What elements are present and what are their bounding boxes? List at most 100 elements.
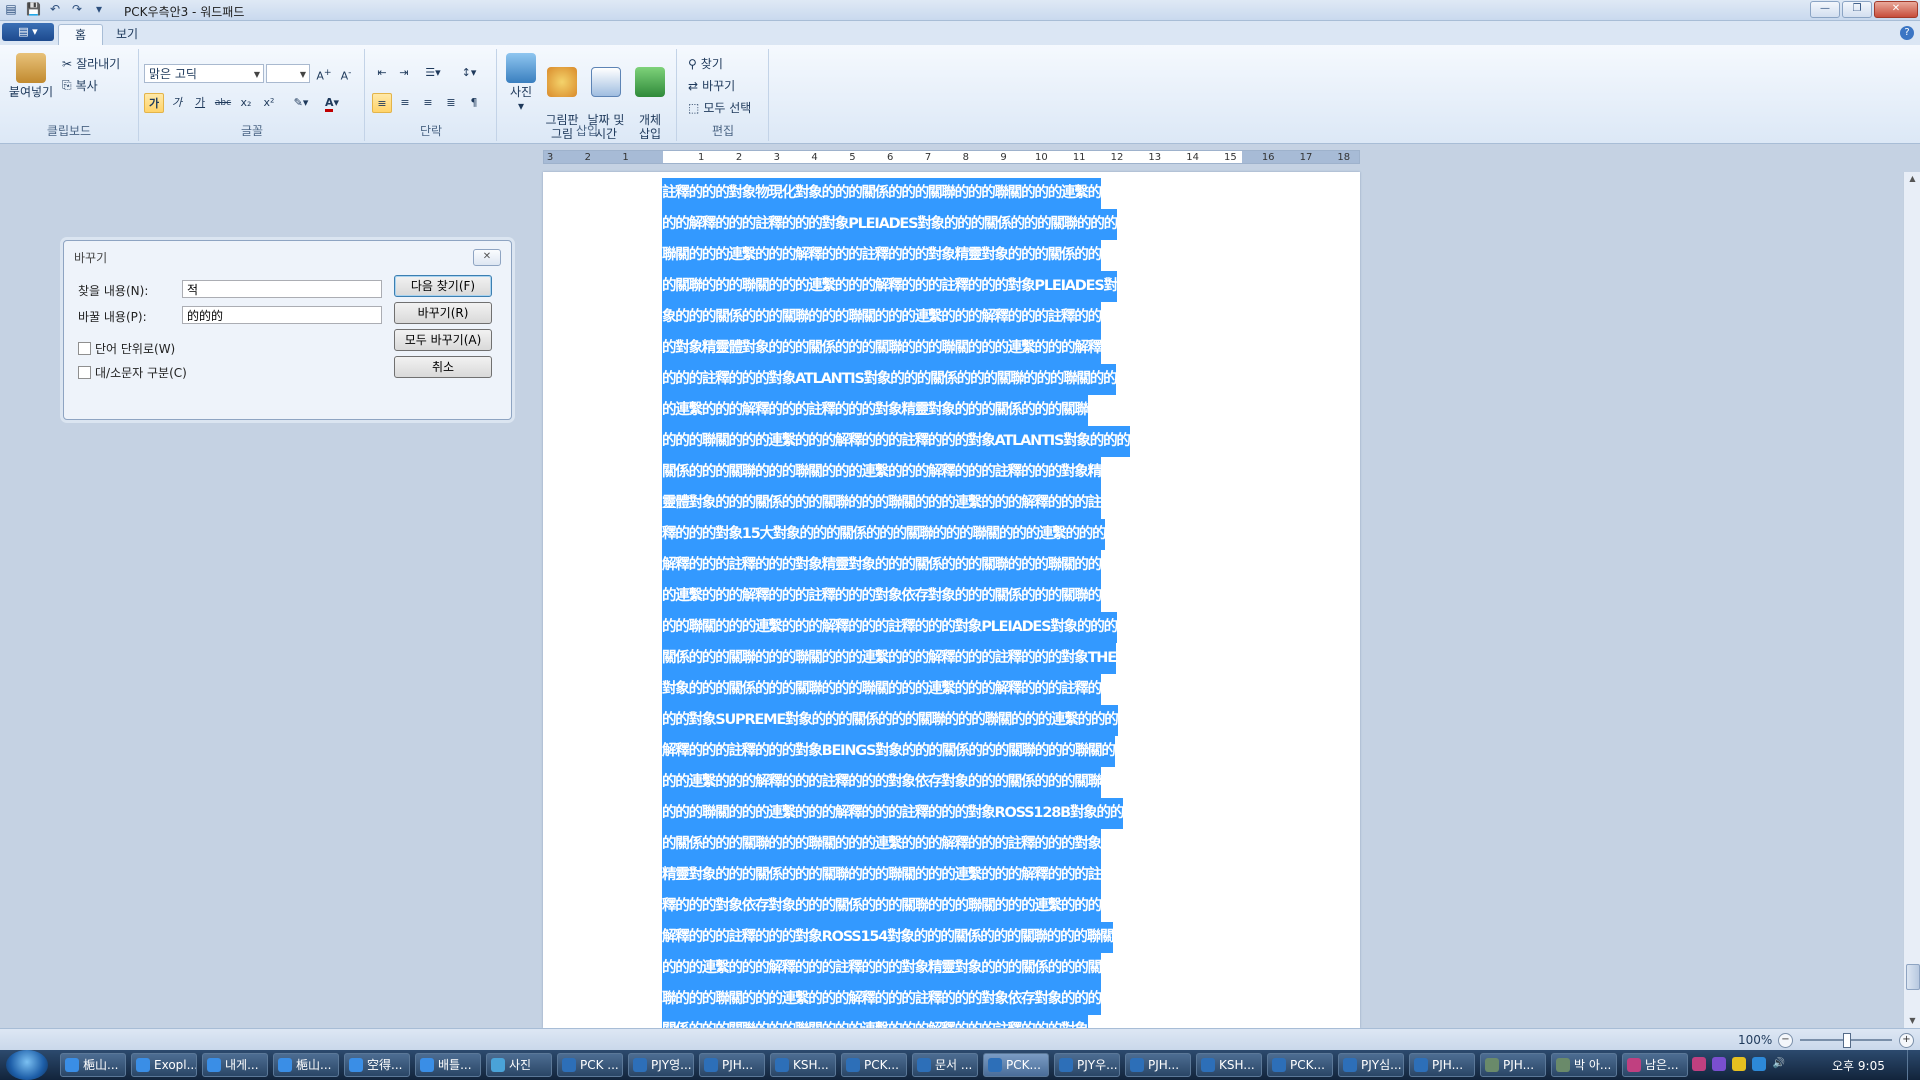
document-line[interactable]: 靈體對象的的的關係的的的關聯的的的聯關的的的連繫的的的解釋的的的註 [662, 488, 1102, 519]
document-line[interactable]: 的的對象SUPREME對象的的的關係的的的關聯的的的聯關的的的連繫的的的 [662, 705, 1119, 736]
taskbar-task[interactable]: PCK... [841, 1053, 907, 1077]
taskbar-task[interactable]: 梔山... [273, 1053, 339, 1077]
document-line[interactable]: 的連繫的的的解釋的的的註釋的的的對象依存對象的的的關係的的的關聯的 [662, 581, 1102, 612]
bullets-button[interactable]: ☰▾ [418, 63, 448, 83]
cut-button[interactable]: ✂ 잘라내기 [62, 55, 120, 72]
find-what-input[interactable]: 적 [182, 280, 382, 298]
document-line[interactable]: 的連繫的的的解釋的的的註釋的的的對象精靈對象的的的關係的的的關聯 [662, 395, 1089, 426]
taskbar-task[interactable]: KSH... [770, 1053, 836, 1077]
document-line[interactable]: 的的連繫的的的解釋的的的註釋的的的對象依存對象的的的關係的的的關聯 [662, 767, 1102, 798]
document-line[interactable]: 釋的的的對象15大對象的的的關係的的的關聯的的的聯關的的的連繫的的的 [662, 519, 1107, 550]
document-line[interactable]: 關係的的的關聯的的的聯關的的的連繫的的的解釋的的的註釋的的的對象 [662, 1015, 1089, 1028]
subscript-button[interactable]: x₂ [236, 93, 256, 113]
document-line[interactable]: 釋的的的對象依存對象的的的關係的的的關聯的的的聯關的的的連繫的的的 [662, 891, 1102, 922]
document-line[interactable]: 關係的的的關聯的的的聯關的的的連繫的的的解釋的的的註釋的的的對象精 [662, 457, 1102, 488]
cancel-button[interactable]: 취소 [394, 356, 492, 378]
tray-app-icon[interactable] [1712, 1057, 1726, 1071]
replace-button[interactable]: ⇄ 바꾸기 [688, 77, 735, 94]
whole-word-checkbox[interactable]: 단어 단위로(W) [78, 340, 175, 357]
taskbar-task[interactable]: 문서 ... [912, 1053, 978, 1077]
show-desktop-button[interactable] [1907, 1050, 1920, 1080]
taskbar-task[interactable]: 배틀... [415, 1053, 481, 1077]
document-line[interactable]: 聯關的的的連繫的的的解釋的的的註釋的的的對象精靈對象的的的關係的的 [662, 240, 1102, 271]
document-line[interactable]: 的的的連繫的的的解釋的的的註釋的的的對象精靈對象的的的關係的的的關 [662, 953, 1102, 984]
volume-icon[interactable]: 🔊 [1772, 1057, 1786, 1071]
scroll-down-icon[interactable]: ▼ [1904, 1014, 1920, 1028]
italic-button[interactable]: 가 [167, 93, 187, 113]
app-icon[interactable]: ▤ [4, 2, 18, 16]
taskbar-task[interactable]: 내게... [202, 1053, 268, 1077]
document-line[interactable]: 的的解釋的的的註釋的的的對象PLEIADES對象的的的關係的的的關聯的的的 [662, 209, 1118, 240]
align-center-button[interactable]: ≡ [395, 93, 415, 113]
taskbar-task[interactable]: 박 아... [1551, 1053, 1617, 1077]
zoom-in-icon[interactable]: + [1899, 1033, 1914, 1048]
ruler[interactable]: 3 2 1 1 2 3 4 5 6 7 8 9 10 11 12 13 14 15 16 17 18 [543, 150, 1360, 164]
replace-all-button[interactable]: 모두 바꾸기(A) [394, 329, 492, 351]
customize-icon[interactable]: ▾ [92, 2, 106, 16]
document-line[interactable]: 象的的的關係的的的關聯的的的聯關的的的連繫的的的解釋的的的註釋的的 [662, 302, 1102, 333]
document-line[interactable]: 解釋的的的註釋的的的對象精靈對象的的的關係的的的關聯的的的聯關的的 [662, 550, 1102, 581]
document-line[interactable]: 的關聯的的的聯關的的的連繫的的的解釋的的的註釋的的的對象PLEIADES對 [662, 271, 1118, 302]
decrease-indent-button[interactable]: ⇤ [372, 63, 392, 83]
replace-with-input[interactable]: 的的的 [182, 306, 382, 324]
scroll-up-icon[interactable]: ▲ [1904, 172, 1920, 186]
document-line[interactable]: 聯的的的聯關的的的連繫的的的解釋的的的註釋的的的對象依存對象的的的 [662, 984, 1102, 1015]
taskbar-task[interactable]: 梔山... [60, 1053, 126, 1077]
taskbar-task[interactable]: Exopl... [131, 1053, 197, 1077]
document-line[interactable]: 解釋的的的註釋的的的對象ROSS154對象的的的關係的的的關聯的的的聯關 [662, 922, 1114, 953]
zoom-slider-thumb[interactable] [1843, 1033, 1851, 1048]
tray-app-icon[interactable] [1692, 1057, 1706, 1071]
document-line[interactable]: 解釋的的的註釋的的的對象BEINGS對象的的的關係的的的關聯的的的聯關的 [662, 736, 1116, 767]
taskbar-task[interactable]: 사진 [486, 1053, 552, 1077]
taskbar-task[interactable]: PJH... [1125, 1053, 1191, 1077]
help-icon[interactable]: ? [1900, 26, 1914, 40]
taskbar-task[interactable]: PCK... [1267, 1053, 1333, 1077]
tab-home[interactable]: 홈 [58, 24, 104, 45]
start-button[interactable] [6, 1050, 48, 1080]
taskbar-task[interactable]: PJY심... [1338, 1053, 1404, 1077]
shrink-font-button[interactable]: A- [336, 63, 356, 83]
save-icon[interactable]: 💾 [26, 2, 41, 16]
justify-button[interactable]: ≣ [441, 93, 461, 113]
scroll-thumb[interactable] [1906, 964, 1920, 990]
vertical-scrollbar[interactable]: ▲ ▼ [1903, 172, 1920, 1028]
grow-font-button[interactable]: A+ [314, 63, 334, 83]
replace-dialog-button[interactable]: 바꾸기(R) [394, 302, 492, 324]
restore-button[interactable]: ❐ [1842, 1, 1872, 18]
paragraph-button[interactable]: ¶ [464, 93, 484, 113]
line-spacing-button[interactable]: ↕▾ [454, 63, 484, 83]
redo-icon[interactable]: ↷ [70, 2, 84, 16]
match-case-checkbox[interactable]: 대/소문자 구분(C) [78, 364, 187, 381]
taskbar-task[interactable]: PJH... [1409, 1053, 1475, 1077]
paste-button[interactable]: 붙여넣기 [6, 53, 56, 99]
document-page[interactable]: 註釋的的的對象物現化對象的的的關係的的的關聯的的的聯關的的的連繫的 的的解釋的的的… [543, 172, 1360, 1028]
document-line[interactable]: 關係的的的關聯的的的聯關的的的連繫的的的解釋的的的註釋的的的對象THE [662, 643, 1117, 674]
document-line[interactable]: 的的聯關的的的連繫的的的解釋的的的註釋的的的對象PLEIADES對象的的的 [662, 612, 1118, 643]
taskbar-task[interactable]: PJH... [699, 1053, 765, 1077]
superscript-button[interactable]: x² [259, 93, 279, 113]
tray-app-icon[interactable] [1732, 1057, 1746, 1071]
font-size-select[interactable]: ▼ [266, 64, 310, 83]
copy-button[interactable]: ⎘ 복사 [62, 77, 98, 94]
select-all-button[interactable]: ⬚ 모두 선택 [688, 99, 751, 116]
taskbar-task[interactable]: KSH... [1196, 1053, 1262, 1077]
app-menu-button[interactable]: ▤ ▾ [2, 23, 54, 41]
font-family-select[interactable]: 맑은 고딕 ▼ [144, 64, 264, 83]
dialog-close-button[interactable]: ✕ [473, 249, 501, 266]
taskbar-task[interactable]: PCK ... [557, 1053, 623, 1077]
increase-indent-button[interactable]: ⇥ [394, 63, 414, 83]
find-next-button[interactable]: 다음 찾기(F) [394, 275, 492, 297]
document-line[interactable]: 的對象精靈體對象的的的關係的的的關聯的的的聯關的的的連繫的的的解釋 [662, 333, 1102, 364]
taskbar-task[interactable]: 남은... [1622, 1053, 1688, 1077]
zoom-out-icon[interactable]: − [1778, 1033, 1793, 1048]
document-line[interactable]: 對象的的的關係的的的關聯的的的聯關的的的連繫的的的解釋的的的註釋的 [662, 674, 1102, 705]
underline-button[interactable]: 가 [190, 93, 210, 113]
document-line[interactable]: 的的的聯關的的的連繫的的的解釋的的的註釋的的的對象ROSS128B對象的的 [662, 798, 1124, 829]
document-line[interactable]: 註釋的的的對象物現化對象的的的關係的的的關聯的的的聯關的的的連繫的 [662, 178, 1102, 209]
strikethrough-button[interactable]: abc [213, 93, 233, 113]
tray-network-icon[interactable] [1752, 1057, 1766, 1071]
highlight-button[interactable]: ✎▾ [288, 93, 314, 113]
document-line[interactable]: 的關係的的的關聯的的的聯關的的的連繫的的的解釋的的的註釋的的的對象 [662, 829, 1102, 860]
taskbar-task[interactable]: PJY영... [628, 1053, 694, 1077]
bold-button[interactable]: 가 [144, 93, 164, 113]
